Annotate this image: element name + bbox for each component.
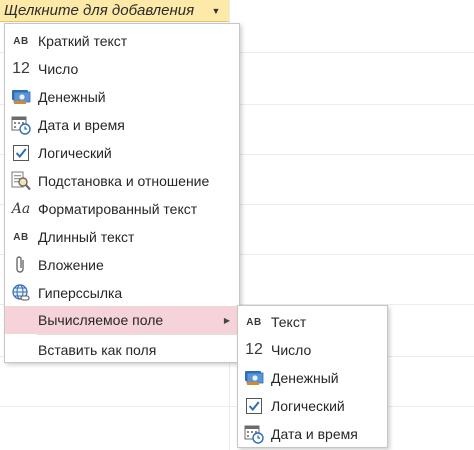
menu-item-attachment[interactable]: Вложение [5,251,239,279]
menu-item-hyperlink[interactable]: Гиперссылка [5,279,239,307]
submenu-item-label: Текст [271,314,307,330]
submenu-item-label: Денежный [271,370,339,386]
menu-item-label: Число [38,61,79,77]
attachment-icon [10,254,32,276]
number-icon: 12 [12,60,30,77]
menu-item-number[interactable]: 12 Число [5,55,239,83]
chevron-right-icon: ▶ [223,315,230,325]
menu-item-long-text[interactable]: AB Длинный текст [5,223,239,251]
submenu-item-label: Число [271,342,312,358]
menu-item-label: Гиперссылка [38,285,123,301]
currency-icon [243,367,265,389]
add-field-header[interactable]: Щелкните для добавления ▼ [0,0,229,22]
chevron-down-icon[interactable]: ▼ [208,3,224,19]
submenu-item-date-time[interactable]: Дата и время [238,420,387,448]
menu-item-label: Краткий текст [38,33,128,49]
long-text-icon: AB [13,231,29,243]
hyperlink-icon [10,282,32,304]
add-field-header-label: Щелкните для добавления [4,2,195,19]
checkbox-icon [10,142,32,164]
menu-item-label: Денежный [38,89,106,105]
checkbox-icon [243,395,265,417]
menu-item-rich-text[interactable]: Aa Форматированный текст [5,195,239,223]
menu-item-calculated-field[interactable]: Вычисляемое поле ▶ [5,306,239,334]
submenu-item-boolean[interactable]: Логический [238,392,387,420]
date-time-icon [243,423,265,445]
submenu-item-label: Логический [271,398,345,414]
field-type-menu: AB Краткий текст 12 Число Денежный Дата … [4,23,240,363]
menu-item-currency[interactable]: Денежный [5,83,239,111]
submenu-item-label: Дата и время [271,426,358,442]
menu-item-label: Логический [38,145,112,161]
date-time-icon [10,114,32,136]
menu-separator [37,334,239,335]
rich-text-icon: Aa [11,201,31,217]
menu-item-label: Вычисляемое поле [38,312,164,328]
menu-item-paste-as-fields[interactable]: Вставить как поля [5,336,239,364]
short-text-icon: AB [13,35,29,47]
menu-item-date-time[interactable]: Дата и время [5,111,239,139]
menu-item-label: Вставить как поля [38,342,157,358]
calculated-field-submenu: AB Текст 12 Число Денежный Логический Да… [237,305,388,448]
text-icon: AB [246,316,262,328]
menu-item-short-text[interactable]: AB Краткий текст [5,27,239,55]
menu-item-boolean[interactable]: Логический [5,139,239,167]
lookup-icon [10,170,32,192]
number-icon: 12 [245,341,263,358]
menu-item-label: Подстановка и отношение [38,173,210,189]
submenu-item-number[interactable]: 12 Число [238,336,387,364]
menu-item-label: Дата и время [38,117,125,133]
currency-icon [10,86,32,108]
submenu-item-currency[interactable]: Денежный [238,364,387,392]
menu-item-label: Вложение [38,257,104,273]
menu-item-label: Длинный текст [38,229,135,245]
submenu-item-text[interactable]: AB Текст [238,308,387,336]
menu-item-lookup[interactable]: Подстановка и отношение [5,167,239,195]
menu-item-label: Форматированный текст [38,201,198,217]
